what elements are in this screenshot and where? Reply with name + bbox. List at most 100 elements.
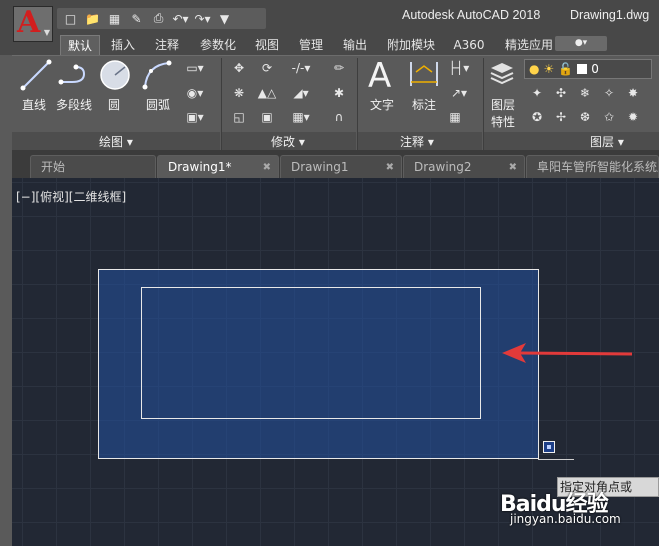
layer-on-icon[interactable]: ✪ [528,109,546,125]
new-icon[interactable]: □ [61,11,80,27]
layer-properties-label-1: 图层 [491,98,516,112]
doc-tab-project-drawing[interactable]: 阜阳车管所智能化系统原 [526,155,659,178]
layer-isolate-icon[interactable]: ✣ [552,85,570,101]
text-icon[interactable]: A [368,56,391,96]
tab-view[interactable]: 视图 [248,35,286,55]
selection-window-edge [538,459,574,460]
doc-tab-label: 开始 [41,160,66,174]
ribbon-display-toggle-button[interactable]: ●▾ [555,36,607,51]
doc-tab-label: 阜阳车管所智能化系统原 [537,160,659,174]
polyline-label: 多段线 [56,98,93,112]
rectangle-icon[interactable]: ▭▾ [186,60,204,76]
file-name: Drawing1.dwg [570,8,650,22]
line-label: 直线 [22,98,47,112]
layer-dropdown[interactable]: ● ☀ 🔓 0 [524,59,652,79]
tab-insert[interactable]: 插入 [104,35,142,55]
leader-icon[interactable]: ↗▾ [446,85,472,101]
tab-featured-apps[interactable]: 精选应用 [498,35,560,55]
mirror-icon[interactable]: ▲△ [258,85,276,101]
table-icon[interactable]: ▦ [446,109,464,125]
layer-previous-icon[interactable]: ✹ [624,109,642,125]
layers-panel-title[interactable]: 图层 ▾ [590,133,624,150]
polyline-icon[interactable] [58,62,94,90]
modify-panel-title[interactable]: 修改 ▾ [271,133,305,150]
annotation-panel-title[interactable]: 注释 ▾ [400,133,434,150]
doc-tab-drawing1[interactable]: Drawing1 ✖ [280,155,402,178]
layers-panel-title-bar[interactable] [484,132,659,150]
doc-tab-label: Drawing2 [414,160,472,174]
stretch-icon[interactable]: ◱ [230,109,248,125]
chevron-down-icon: ▼ [43,28,50,37]
trim-icon[interactable]: -/-▾ [286,60,316,76]
current-layer-name: 0 [591,62,599,76]
application-menu-button[interactable]: A ▼ [13,5,53,42]
doc-tab-drawing1-modified[interactable]: Drawing1* ✖ [157,155,279,178]
doc-tab-label: Drawing1* [168,160,232,174]
left-strip [0,33,12,546]
watermark-url: jingyan.baidu.com [510,512,621,526]
arc-icon[interactable] [141,59,175,91]
autocad-logo-icon: A [17,5,41,40]
explode-icon[interactable]: ✱ [330,85,348,101]
copy-icon[interactable]: ❋ [230,85,248,101]
viewport-controls[interactable]: [−][俯视][二维线框] [16,188,126,205]
print-icon[interactable]: ⎙ [149,11,168,27]
doc-tab-drawing2[interactable]: Drawing2 ✖ [403,155,525,178]
fillet-icon[interactable]: ◢▾ [286,85,316,101]
move-icon[interactable]: ✥ [230,60,248,76]
tab-annotate[interactable]: 注释 [148,35,186,55]
text-label: 文字 [370,98,395,112]
scale-icon[interactable]: ▣ [258,109,276,125]
layer-freeze-icon[interactable]: ❄ [576,85,594,101]
tab-manage[interactable]: 管理 [292,35,330,55]
circle-icon[interactable] [99,59,131,91]
draw-panel-title[interactable]: 绘图 ▾ [99,133,133,150]
layer-off-icon[interactable]: ✦ [528,85,546,101]
baidu-watermark: Baidu经验 jingyan.baidu.com [500,486,621,526]
pickbox-cursor [543,441,555,453]
tab-output[interactable]: 输出 [336,35,374,55]
lock-icon: 🔓 [558,62,574,76]
save-as-icon[interactable]: ✎ [127,11,146,27]
dimension-label: 标注 [412,98,437,112]
tab-parametric[interactable]: 参数化 [193,35,243,55]
layer-properties-label-2: 特性 [491,115,516,129]
lightbulb-icon: ● [529,62,540,76]
line-icon[interactable] [20,59,52,91]
region-icon[interactable]: ▣▾ [186,109,204,125]
drawn-rectangle[interactable] [141,287,481,419]
undo-icon[interactable]: ↶▾ [171,11,190,27]
layer-unlock-icon[interactable]: ✩ [600,109,618,125]
array-icon[interactable]: ▦▾ [286,109,316,125]
circle-label: 圆 [108,98,121,112]
open-icon[interactable]: 📁 [83,11,102,27]
rotate-icon[interactable]: ⟳ [258,60,276,76]
close-icon[interactable]: ✖ [509,156,517,179]
layer-lock-icon[interactable]: ✧ [600,85,618,101]
linear-dimension-icon[interactable]: ├┤▾ [446,60,472,76]
close-icon[interactable]: ✖ [263,156,271,179]
annotation-arrow-icon [502,343,633,363]
layer-unisolate-icon[interactable]: ✢ [552,109,570,125]
tab-default[interactable]: 默认 [60,35,100,55]
color-swatch-icon [577,64,588,74]
title-bar: □ 📁 ▦ ✎ ⎙ ↶▾ ↷▾ ▼ Autodesk AutoCAD 2018 … [0,0,659,33]
cloud-icon: ●▾ [574,38,588,48]
save-icon[interactable]: ▦ [105,11,124,27]
customize-icon[interactable]: ▼ [215,11,234,27]
layer-properties-icon[interactable] [488,60,516,88]
redo-icon[interactable]: ↷▾ [193,11,212,27]
layer-match-icon[interactable]: ✸ [624,85,642,101]
hatch-icon[interactable]: ◉▾ [186,85,204,101]
tab-addins[interactable]: 附加模块 [380,35,442,55]
dimension-icon[interactable] [408,60,440,90]
arc-label: 圆弧 [146,98,171,112]
erase-icon[interactable]: ✏ [330,60,348,76]
doc-tab-label: Drawing1 [291,160,349,174]
doc-tab-start[interactable]: 开始 [30,155,156,178]
tab-a360[interactable]: A360 [447,35,491,55]
offset-icon[interactable]: ∩ [330,109,348,125]
layer-thaw-icon[interactable]: ❆ [576,109,594,125]
close-icon[interactable]: ✖ [386,156,394,179]
quick-access-toolbar: □ 📁 ▦ ✎ ⎙ ↶▾ ↷▾ ▼ [57,8,266,29]
